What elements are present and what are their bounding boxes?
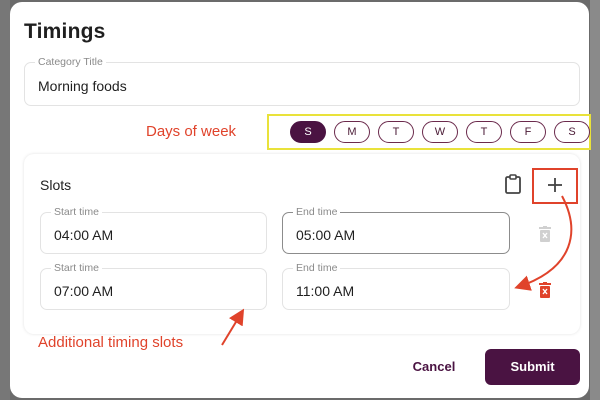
cancel-button[interactable]: Cancel [406,355,462,379]
category-title-value[interactable]: Morning foods [38,78,127,94]
additional-slots-annotation: Additional timing slots [38,334,184,351]
slots-card: Slots Start time 04:00 AM End time 05:00… [24,154,580,334]
day-chip-wednesday[interactable]: W [422,121,458,143]
slot-1-end-field[interactable]: End time 05:00 AM [282,206,510,254]
days-of-week-selector: S M T W T F S [267,114,591,150]
slot-2-delete-trash-icon[interactable] [538,282,552,298]
backdrop-left [0,0,10,400]
slot-2-end-field[interactable]: End time 11:00 AM [282,262,510,310]
slot-2-start-label: Start time [51,262,102,275]
day-chip-thursday[interactable]: T [466,121,502,143]
day-chip-friday[interactable]: F [510,121,546,143]
slot-2-end-value[interactable]: 11:00 AM [296,283,354,299]
slot-2-start-field[interactable]: Start time 07:00 AM [40,262,267,310]
category-title-field[interactable]: Category Title Morning foods [24,56,580,106]
slot-1-end-value[interactable]: 05:00 AM [296,227,355,243]
day-chip-sunday[interactable]: S [290,121,326,143]
slots-title: Slots [40,177,72,193]
day-chip-tuesday[interactable]: T [378,121,414,143]
dialog-title: Timings [24,20,106,43]
slot-2-start-value[interactable]: 07:00 AM [54,283,113,299]
plus-icon [548,178,562,192]
slot-1-start-field[interactable]: Start time 04:00 AM [40,206,267,254]
slot-2-end-label: End time [293,262,341,275]
submit-button[interactable]: Submit [485,349,580,385]
days-of-week-annotation: Days of week [146,123,237,140]
day-chip-saturday[interactable]: S [554,121,590,143]
day-chip-monday[interactable]: M [334,121,370,143]
slot-1-start-value[interactable]: 04:00 AM [54,227,113,243]
slot-1-delete-trash-icon[interactable] [538,226,552,242]
slot-1-end-label: End time [293,206,341,219]
add-slot-button[interactable] [532,168,578,204]
category-title-label: Category Title [35,56,106,69]
slot-1-start-label: Start time [51,206,102,219]
backdrop-right [590,0,600,400]
clipboard-icon[interactable] [504,174,522,194]
timings-dialog: Timings Category Title Morning foods Day… [10,2,591,398]
